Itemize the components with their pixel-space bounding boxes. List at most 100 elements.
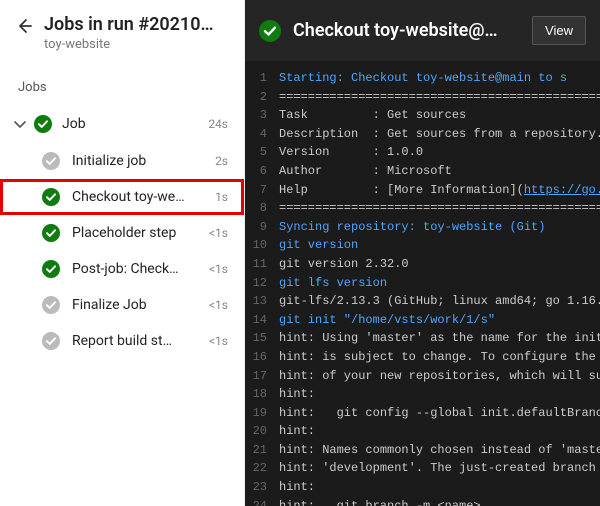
step-row[interactable]: Report build st…<1s — [0, 323, 244, 359]
log-text: git lfs version — [279, 274, 387, 293]
check-circle-neutral-icon — [42, 332, 60, 350]
log-link[interactable]: https://go.micros — [524, 183, 600, 197]
line-number: 10 — [245, 236, 279, 255]
log-text: ========================================… — [279, 199, 600, 218]
step-label: Placeholder step — [72, 225, 203, 241]
line-number: 19 — [245, 404, 279, 423]
log-line: 7Help : [More Information](https://go.mi… — [245, 181, 600, 200]
log-output[interactable]: 1Starting: Checkout toy-website@main to … — [245, 61, 600, 506]
log-text: Syncing repository: toy-website (Git) — [279, 218, 545, 237]
line-number: 4 — [245, 125, 279, 144]
job-duration: 24s — [208, 117, 228, 131]
title-block: Jobs in run #20210… toy-website — [44, 14, 230, 52]
line-number: 5 — [245, 143, 279, 162]
step-label: Post-job: Check… — [72, 261, 203, 277]
line-number: 16 — [245, 348, 279, 367]
line-number: 11 — [245, 255, 279, 274]
step-duration: <1s — [209, 226, 228, 240]
log-text: git version — [279, 236, 358, 255]
check-circle-neutral-icon — [42, 152, 60, 170]
line-number: 15 — [245, 329, 279, 348]
log-line: 18hint: — [245, 385, 600, 404]
step-row[interactable]: Checkout toy-we…1s — [0, 179, 244, 215]
log-line: 12git lfs version — [245, 274, 600, 293]
log-text: Version : 1.0.0 — [279, 143, 423, 162]
log-text: Description : Get sources from a reposit… — [279, 125, 600, 144]
log-text: Author : Microsoft — [279, 162, 452, 181]
log-text: hint: git branch -m <name> — [279, 497, 481, 506]
log-text: hint: 'development'. The just-created br… — [279, 459, 600, 478]
line-number: 13 — [245, 292, 279, 311]
log-text: git-lfs/2.13.3 (GitHub; linux amd64; go … — [279, 292, 600, 311]
line-number: 20 — [245, 422, 279, 441]
log-text: Task : Get sources — [279, 106, 466, 125]
jobs-label: Jobs — [0, 62, 244, 105]
log-line: 17hint: of your new repositories, which … — [245, 367, 600, 386]
line-number: 18 — [245, 385, 279, 404]
page-title: Jobs in run #20210… — [44, 14, 230, 35]
step-row[interactable]: Initialize job2s — [0, 143, 244, 179]
step-duration: <1s — [209, 298, 228, 312]
line-number: 9 — [245, 218, 279, 237]
right-pane: Checkout toy-website@… View 1Starting: C… — [245, 0, 600, 506]
log-line: 9Syncing repository: toy-website (Git) — [245, 218, 600, 237]
log-line: 24hint: git branch -m <name> — [245, 497, 600, 506]
job-name: Job — [62, 116, 202, 132]
line-number: 3 — [245, 106, 279, 125]
line-number: 17 — [245, 367, 279, 386]
job-row[interactable]: Job 24s — [0, 105, 244, 143]
line-number: 7 — [245, 181, 279, 200]
log-line: 16hint: is subject to change. To configu… — [245, 348, 600, 367]
log-line: 22hint: 'development'. The just-created … — [245, 459, 600, 478]
line-number: 8 — [245, 199, 279, 218]
log-line: 6Author : Microsoft — [245, 162, 600, 181]
check-circle-icon — [42, 224, 60, 242]
log-line: 5Version : 1.0.0 — [245, 143, 600, 162]
log-text: git version 2.32.0 — [279, 255, 409, 274]
page-subtitle: toy-website — [44, 37, 230, 52]
log-text: hint: — [279, 422, 315, 441]
log-line: 11git version 2.32.0 — [245, 255, 600, 274]
left-pane: Jobs in run #20210… toy-website Jobs Job… — [0, 0, 245, 506]
log-text: hint: is subject to change. To configure… — [279, 348, 600, 367]
step-row[interactable]: Post-job: Check… <1s — [0, 251, 244, 287]
detail-header: Checkout toy-website@… View — [245, 0, 600, 61]
log-line: 1Starting: Checkout toy-website@main to … — [245, 69, 600, 88]
log-line: 15hint: Using 'master' as the name for t… — [245, 329, 600, 348]
step-duration: <1s — [209, 262, 228, 276]
header: Jobs in run #20210… toy-website — [0, 0, 244, 62]
log-text: hint: of your new repositories, which wi… — [279, 367, 600, 386]
line-number: 1 — [245, 69, 279, 88]
step-label: Initialize job — [72, 153, 209, 169]
line-number: 14 — [245, 311, 279, 330]
step-row[interactable]: Placeholder step <1s — [0, 215, 244, 251]
step-label: Checkout toy-we… — [72, 189, 209, 205]
log-line: 21hint: Names commonly chosen instead of… — [245, 441, 600, 460]
step-row[interactable]: Finalize Job <1s — [0, 287, 244, 323]
log-line: 14git init "/home/vsts/work/1/s" — [245, 311, 600, 330]
line-number: 2 — [245, 88, 279, 107]
log-line: 13git-lfs/2.13.3 (GitHub; linux amd64; g… — [245, 292, 600, 311]
log-line: 20hint: — [245, 422, 600, 441]
line-number: 22 — [245, 459, 279, 478]
step-duration: <1s — [209, 334, 228, 348]
log-text: Help : [More Information](https://go.mic… — [279, 181, 600, 200]
log-text: hint: — [279, 385, 315, 404]
log-line: 2=======================================… — [245, 88, 600, 107]
log-text: hint: Names commonly chosen instead of '… — [279, 441, 600, 460]
step-label: Finalize Job — [72, 297, 203, 313]
log-text: hint: — [279, 478, 315, 497]
log-line: 3Task : Get sources — [245, 106, 600, 125]
back-arrow-icon[interactable] — [14, 16, 34, 36]
check-circle-icon — [259, 20, 281, 42]
log-text: hint: git config --global init.defaultBr… — [279, 404, 600, 423]
log-line: 23hint: — [245, 478, 600, 497]
check-circle-neutral-icon — [42, 296, 60, 314]
log-line: 4Description : Get sources from a reposi… — [245, 125, 600, 144]
view-button[interactable]: View — [532, 16, 586, 45]
log-text: git init "/home/vsts/work/1/s" — [279, 311, 495, 330]
log-line: 19hint: git config --global init.default… — [245, 404, 600, 423]
log-line: 8=======================================… — [245, 199, 600, 218]
line-number: 23 — [245, 478, 279, 497]
line-number: 21 — [245, 441, 279, 460]
